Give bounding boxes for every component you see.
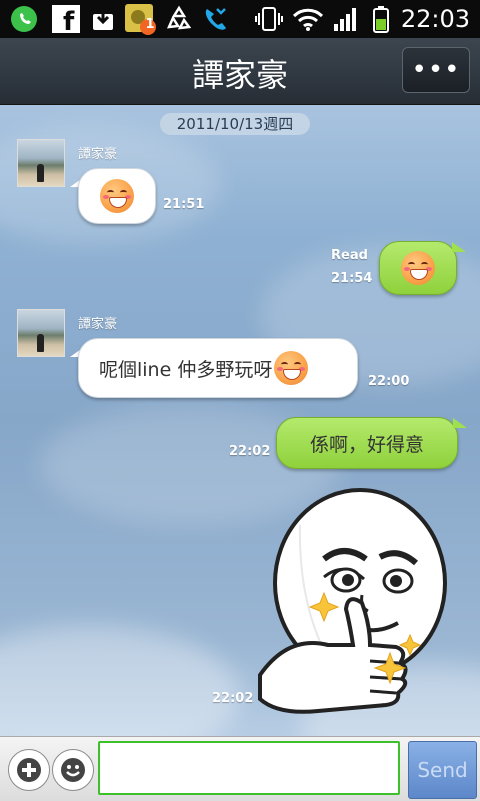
- more-options-label: •••: [411, 55, 461, 85]
- send-label: Send: [417, 758, 468, 782]
- thumbs-up-sticker-icon: [258, 488, 447, 714]
- phone-call-icon: [200, 4, 230, 34]
- more-options-button[interactable]: •••: [402, 47, 470, 93]
- message-bubble[interactable]: [379, 241, 457, 295]
- message-bubble[interactable]: [78, 168, 156, 224]
- download-icon: [90, 4, 116, 34]
- smiley-icon: [61, 758, 85, 782]
- message-time: 22:02: [212, 691, 254, 706]
- message-input-bar: Send: [0, 736, 480, 801]
- notification-badge: 1: [145, 17, 155, 32]
- message-time: 22:00: [368, 374, 410, 389]
- smiling-face-icon: [100, 179, 134, 213]
- svg-text:+: +: [51, 4, 61, 18]
- date-separator: 2011/10/13週四: [160, 113, 310, 135]
- svg-text:f: f: [63, 7, 75, 34]
- message-time: 21:51: [163, 197, 205, 212]
- message-text: 呢個line 仲多野玩呀: [99, 358, 273, 381]
- chat-header: 譚家豪 •••: [0, 38, 480, 105]
- message-time: 21:54: [331, 271, 373, 286]
- sticker-message[interactable]: [258, 485, 458, 721]
- send-button[interactable]: Send: [408, 741, 477, 799]
- sender-name: 譚家豪: [78, 147, 118, 162]
- status-bar: f + 1 22:03: [0, 0, 480, 38]
- signal-icon: [332, 4, 360, 34]
- vibrate-icon: [254, 4, 284, 34]
- battery-icon: [370, 4, 392, 34]
- emoji-button[interactable]: [52, 749, 94, 791]
- message-time: 22:02: [229, 444, 271, 459]
- plus-icon: [17, 758, 41, 782]
- message-bubble[interactable]: 係啊，好得意: [276, 417, 458, 469]
- message-bubble[interactable]: 呢個line 仲多野玩呀: [78, 338, 358, 398]
- chat-area[interactable]: 2011/10/13週四 譚家豪 21:51 Read 21:54 譚家豪 呢個…: [0, 105, 480, 736]
- avatar[interactable]: [17, 309, 65, 357]
- facebook-icon: f +: [48, 4, 82, 34]
- message-text: 係啊，好得意: [309, 433, 424, 456]
- whatsapp-icon: [8, 4, 40, 34]
- smiling-face-icon: [401, 251, 435, 285]
- add-attachment-button[interactable]: [8, 749, 50, 791]
- message-input[interactable]: [98, 741, 400, 795]
- sender-name: 譚家豪: [78, 317, 118, 332]
- recycle-icon: [164, 4, 194, 34]
- clock: 22:03: [400, 5, 470, 33]
- read-status: Read: [331, 248, 368, 263]
- avatar[interactable]: [17, 139, 65, 187]
- smiling-face-icon: [274, 351, 309, 385]
- wifi-icon: [292, 4, 324, 34]
